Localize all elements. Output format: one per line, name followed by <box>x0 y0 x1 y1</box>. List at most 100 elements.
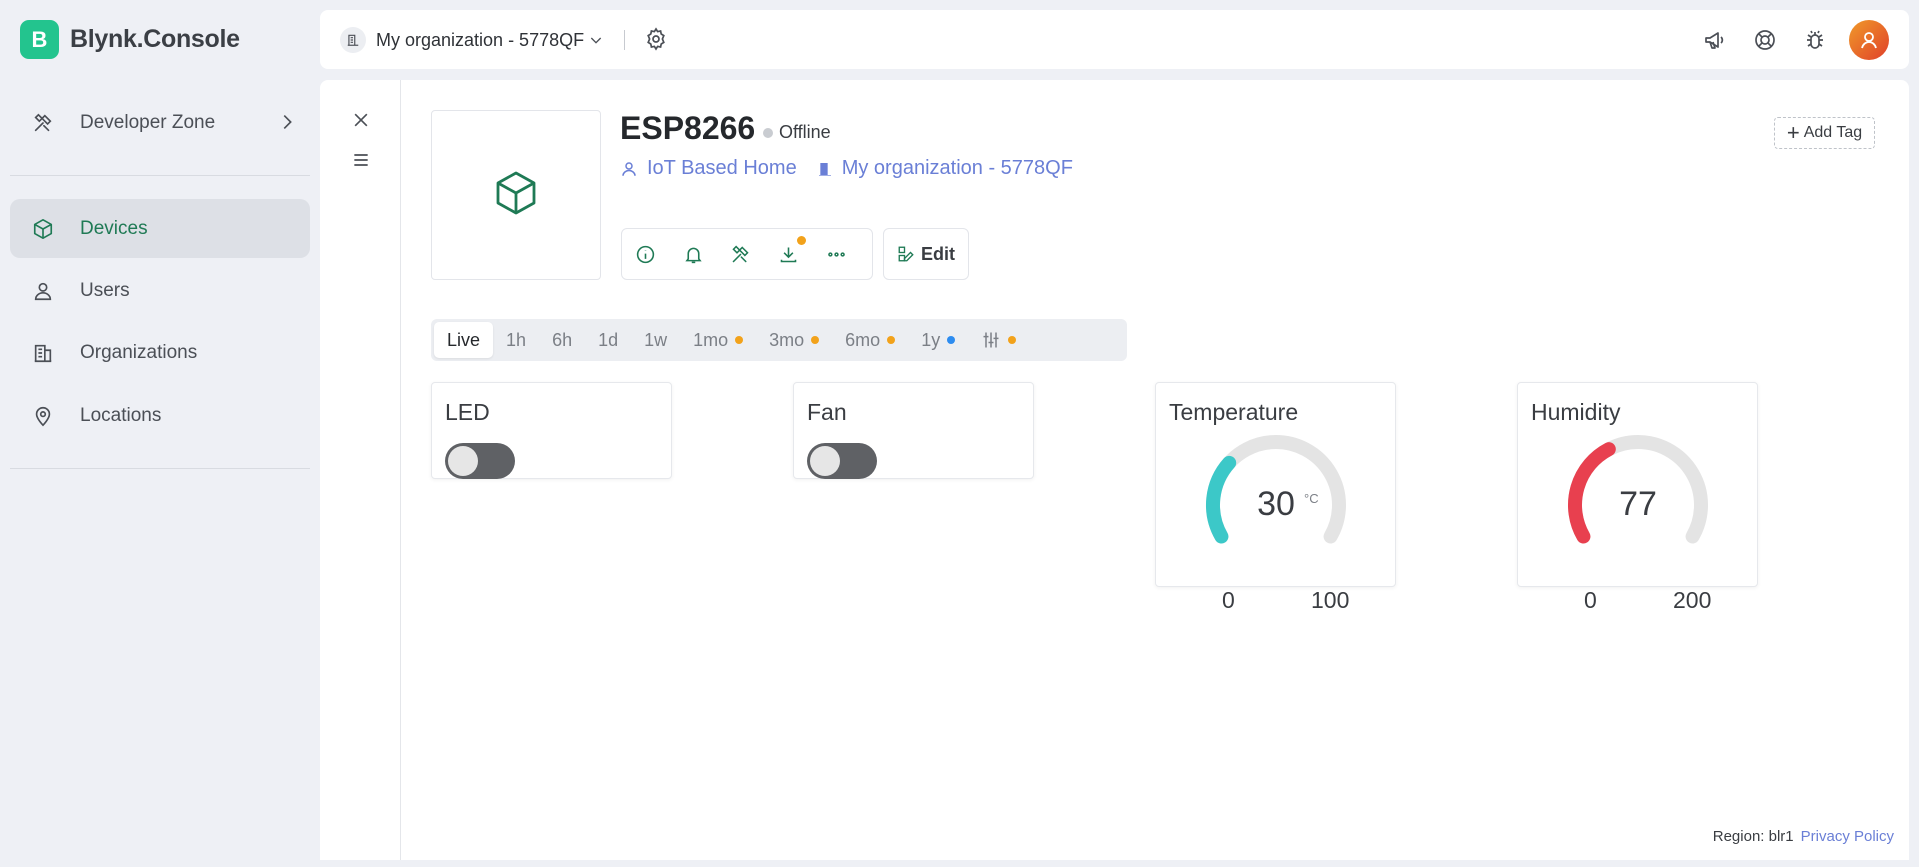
time-range-label: 1mo <box>693 329 729 350</box>
time-range-1h[interactable]: 1h <box>493 322 539 358</box>
time-range-1d[interactable]: 1d <box>585 322 631 358</box>
cube-icon <box>30 216 56 242</box>
user-icon <box>622 161 636 176</box>
brand-name[interactable]: Blynk.Console <box>70 25 240 54</box>
gauge-max: 100 <box>1311 587 1350 613</box>
sidebar-item-locations[interactable]: Locations <box>10 386 310 445</box>
time-range-1w[interactable]: 1w <box>631 322 680 358</box>
sidebar-item-users[interactable]: Users <box>10 261 310 320</box>
time-range-3mo[interactable]: 3mo <box>756 322 832 358</box>
add-tag-label: Add Tag <box>1803 124 1863 141</box>
sidebar-item-developer-zone[interactable]: Developer Zone <box>10 93 310 152</box>
widget-title: LED <box>445 399 490 425</box>
fan-widget: Fan <box>793 382 1034 479</box>
led-widget: LED <box>431 382 672 479</box>
edit-dashboard-button[interactable]: Edit <box>883 228 969 280</box>
org-switcher-label: My organization - 5778QF <box>376 29 585 50</box>
time-range-6mo[interactable]: 6mo <box>832 322 908 358</box>
device-panel: ESP8266 Offline IoT Based Home My organi… <box>320 80 1909 860</box>
premium-dot <box>735 336 744 344</box>
users-icon <box>30 278 56 304</box>
gauge-min: 0 <box>1222 587 1235 613</box>
more-icon[interactable] <box>824 241 848 267</box>
gauge-min: 0 <box>1584 587 1597 613</box>
sidebar-item-label: Devices <box>80 217 148 239</box>
device-status: Offline <box>763 122 831 143</box>
support-icon[interactable] <box>1751 26 1779 54</box>
humidity-widget: Humidity 77 0 200 <box>1517 382 1758 613</box>
bell-icon[interactable] <box>682 241 706 267</box>
footer: Region: blr1 Privacy Policy <box>1697 824 1894 849</box>
sidebar-divider <box>10 175 310 176</box>
sidebar-item-label: Organizations <box>80 341 198 363</box>
device-image[interactable] <box>431 110 601 280</box>
time-range-label: 6h <box>552 329 573 350</box>
megaphone-icon[interactable] <box>1701 26 1729 54</box>
premium-dot <box>887 336 896 344</box>
status-text: Offline <box>779 122 831 142</box>
brand-logo[interactable]: B <box>20 20 59 59</box>
tools-icon[interactable] <box>729 241 753 267</box>
time-range-1y[interactable]: 1y <box>908 322 968 358</box>
led-switch[interactable] <box>445 443 515 479</box>
status-dot <box>763 127 773 138</box>
device-action-bar <box>621 228 873 280</box>
sidebar-item-label: Users <box>80 279 130 301</box>
gear-icon[interactable] <box>644 27 668 56</box>
temperature-gauge: 30 °C <box>1205 435 1346 544</box>
sliders-icon <box>981 330 1001 350</box>
sidebar-item-organizations[interactable]: Organizations <box>10 323 310 382</box>
region-label: Region: blr1 <box>1712 828 1794 845</box>
time-range-label: 3mo <box>769 329 805 350</box>
widget-title: Fan <box>807 399 847 425</box>
gauge-max: 200 <box>1673 587 1712 613</box>
gauge-unit: °C <box>1304 491 1319 506</box>
header-actions <box>1679 20 1889 60</box>
gauge-fill <box>1205 455 1236 544</box>
close-icon[interactable] <box>347 106 375 134</box>
device-name: ESP8266 <box>620 110 756 146</box>
switch-knob <box>810 446 840 476</box>
switch-knob <box>448 446 478 476</box>
time-range-label: Live <box>447 329 481 350</box>
panel-rail <box>320 80 401 860</box>
menu-icon[interactable] <box>347 146 375 174</box>
time-range-label: 1y <box>921 329 941 350</box>
time-range-custom[interactable] <box>968 322 1029 358</box>
humidity-gauge: 77 <box>1567 435 1708 544</box>
sidebar: B Blynk.Console Developer Zone Devices U… <box>0 0 320 867</box>
add-tag-button[interactable]: + Add Tag <box>1774 117 1875 149</box>
org-link[interactable]: My organization - 5778QF <box>817 157 1073 180</box>
sidebar-item-label: Developer Zone <box>80 111 216 133</box>
location-pin-icon <box>30 403 56 429</box>
download-icon[interactable] <box>777 236 807 267</box>
sidebar-item-devices[interactable]: Devices <box>10 199 310 258</box>
time-range-label: 6mo <box>845 329 881 350</box>
gauge-value: 77 <box>1619 485 1657 523</box>
privacy-policy-link[interactable]: Privacy Policy <box>1801 828 1894 845</box>
chevron-right-icon <box>276 111 298 139</box>
notification-dot <box>797 236 807 245</box>
tools-icon <box>30 110 56 136</box>
time-range-6h[interactable]: 6h <box>539 322 585 358</box>
org-switcher[interactable]: My organization - 5778QF <box>340 27 604 53</box>
org-link-label: My organization - 5778QF <box>841 157 1073 179</box>
time-range-Live[interactable]: Live <box>434 322 494 358</box>
premium-dot <box>811 336 820 344</box>
time-range-1mo[interactable]: 1mo <box>680 322 756 358</box>
widget-title: Temperature <box>1169 399 1299 425</box>
avatar[interactable] <box>1849 20 1889 60</box>
chevron-down-icon <box>588 32 604 48</box>
info-icon[interactable] <box>634 241 658 267</box>
top-bar: My organization - 5778QF <box>320 10 1909 69</box>
building-icon <box>340 27 366 53</box>
cube-icon <box>492 169 540 222</box>
template-link[interactable]: IoT Based Home <box>620 157 797 180</box>
brand[interactable]: B Blynk.Console <box>20 20 240 59</box>
fan-switch[interactable] <box>807 443 877 479</box>
gauge-fill <box>1567 442 1616 544</box>
premium-dot <box>947 336 956 344</box>
bug-icon[interactable] <box>1801 26 1829 54</box>
edit-label: Edit <box>921 243 955 264</box>
time-range-selector: Live 1h 6h 1d 1w 1mo 3mo 6mo 1y <box>431 319 1127 361</box>
